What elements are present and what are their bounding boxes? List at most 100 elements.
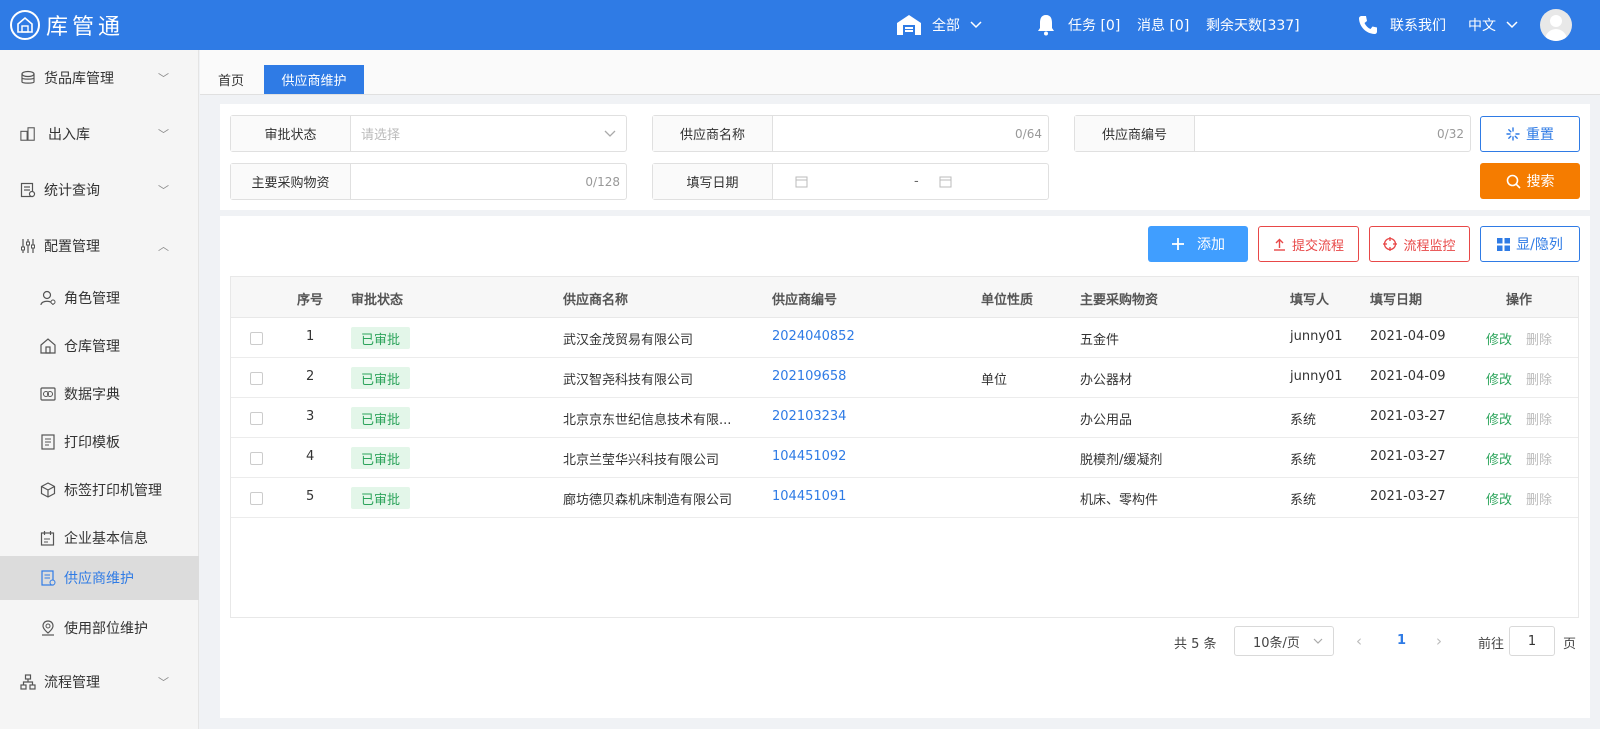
main-material-field[interactable]: 主要采购物资 0/128 bbox=[230, 163, 627, 200]
language-dropdown[interactable]: 中文 bbox=[1468, 0, 1518, 50]
cell-supplier-name: 北京兰莹华兴科技有限公司 bbox=[563, 453, 720, 468]
cell-supplier-code-link[interactable]: 2024040852 bbox=[772, 329, 855, 344]
table-row[interactable]: 2 已审批 武汉智尧科技有限公司 202109658 单位 办公器材 junny… bbox=[231, 358, 1578, 398]
calendar-edit-icon bbox=[40, 530, 56, 546]
delete-link[interactable]: 删除 bbox=[1526, 369, 1552, 388]
add-button[interactable]: 添加 bbox=[1148, 226, 1248, 262]
chevron-down-icon bbox=[1506, 21, 1518, 29]
next-page-button[interactable]: › bbox=[1436, 632, 1442, 650]
supplier-code-field[interactable]: 供应商编号 0/32 bbox=[1074, 115, 1471, 152]
warehouse-logo-icon bbox=[10, 10, 40, 40]
delete-link[interactable]: 删除 bbox=[1526, 329, 1552, 348]
page-size-label: 10条/页 bbox=[1253, 635, 1300, 651]
edit-link[interactable]: 修改 bbox=[1486, 329, 1512, 348]
cell-supplier-name: 廊坊德贝森机床制造有限公司 bbox=[563, 493, 733, 508]
delete-link[interactable]: 删除 bbox=[1526, 489, 1552, 508]
row-checkbox[interactable] bbox=[250, 332, 263, 345]
header-writer: 填写人 bbox=[1290, 293, 1330, 308]
reset-label: 重置 bbox=[1526, 127, 1554, 143]
table-row[interactable]: 4 已审批 北京兰莹华兴科技有限公司 104451092 脱模剂/缓凝剂 系统 … bbox=[231, 438, 1578, 478]
scope-dropdown[interactable]: 全部 bbox=[896, 0, 982, 50]
delete-link[interactable]: 删除 bbox=[1526, 409, 1552, 428]
bell-icon bbox=[1038, 15, 1054, 36]
messages-link[interactable]: 消息 [0] bbox=[1137, 0, 1189, 50]
edit-link[interactable]: 修改 bbox=[1486, 409, 1512, 428]
tab-home[interactable]: 首页 bbox=[214, 65, 248, 94]
sidebar-item-dictionary[interactable]: 数据字典 bbox=[0, 370, 199, 418]
sidebar-item-label-printers[interactable]: 标签打印机管理 bbox=[0, 466, 199, 514]
user-avatar[interactable] bbox=[1540, 9, 1572, 41]
toggle-columns-button[interactable]: 显/隐列 bbox=[1480, 226, 1580, 262]
row-checkbox[interactable] bbox=[250, 412, 263, 425]
row-checkbox[interactable] bbox=[250, 372, 263, 385]
supplier-name-field[interactable]: 供应商名称 0/64 bbox=[652, 115, 1049, 152]
cell-supplier-code-link[interactable]: 202103234 bbox=[772, 409, 846, 424]
chevron-down-icon bbox=[1313, 638, 1323, 644]
fill-date-range[interactable]: 填写日期 - bbox=[652, 163, 1049, 200]
reset-button[interactable]: 重置 bbox=[1480, 116, 1580, 152]
edit-link[interactable]: 修改 bbox=[1486, 449, 1512, 468]
chevron-down-icon: ﹀ bbox=[158, 128, 169, 141]
prev-page-button[interactable]: ‹ bbox=[1356, 632, 1362, 650]
grid-icon bbox=[1497, 237, 1511, 251]
chevron-down-icon bbox=[970, 21, 982, 29]
sidebar-item-usage-locations[interactable]: 使用部位维护 bbox=[0, 604, 199, 652]
sidebar-item-print-templates[interactable]: 打印模板 bbox=[0, 418, 199, 466]
cell-writer: junny01 bbox=[1290, 369, 1343, 384]
chevron-up-icon: ︿ bbox=[158, 240, 169, 253]
crosshair-icon bbox=[1383, 237, 1398, 251]
cell-fill-date: 2021-04-09 bbox=[1370, 369, 1446, 384]
sidebar-item-in-out[interactable]: 出入库 ﹀ bbox=[0, 106, 199, 162]
search-button[interactable]: 搜索 bbox=[1480, 163, 1580, 199]
submit-workflow-button[interactable]: 提交流程 bbox=[1258, 226, 1359, 262]
phone-icon bbox=[1359, 16, 1377, 34]
page-size-select[interactable]: 10条/页 bbox=[1234, 626, 1334, 656]
calendar-icon[interactable] bbox=[939, 175, 952, 188]
edit-link[interactable]: 修改 bbox=[1486, 369, 1512, 388]
sidebar-item-statistics[interactable]: 统计查询 ﹀ bbox=[0, 162, 199, 218]
date-separator: - bbox=[914, 174, 919, 189]
cell-supplier-code-link[interactable]: 104451091 bbox=[772, 489, 846, 504]
table-row[interactable]: 3 已审批 北京京东世纪信息技术有限... 202103234 办公用品 系统 … bbox=[231, 398, 1578, 438]
status-badge: 已审批 bbox=[351, 367, 411, 389]
current-page[interactable]: 1 bbox=[1397, 633, 1406, 648]
contact-us-link[interactable]: 联系我们 bbox=[1358, 0, 1446, 50]
status-badge: 已审批 bbox=[351, 407, 411, 429]
cell-supplier-code-link[interactable]: 202109658 bbox=[772, 369, 846, 384]
calendar-icon[interactable] bbox=[795, 175, 808, 188]
sidebar-item-config[interactable]: 配置管理 ︿ bbox=[0, 218, 199, 274]
sidebar-item-suppliers[interactable]: 供应商维护 bbox=[0, 556, 199, 600]
header-fill-date: 填写日期 bbox=[1370, 293, 1423, 308]
cell-writer: 系统 bbox=[1290, 453, 1317, 468]
header-main-material: 主要采购物资 bbox=[1080, 293, 1159, 308]
header-unit-type: 单位性质 bbox=[981, 293, 1034, 308]
tasks-link[interactable]: 任务 [0] bbox=[1036, 0, 1120, 50]
supplier-name-label: 供应商名称 bbox=[653, 116, 773, 151]
sidebar-item-goods-warehouse[interactable]: 货品库管理 ﹀ bbox=[0, 50, 199, 106]
app-logo[interactable]: 库管通 bbox=[10, 9, 124, 41]
sidebar-item-roles[interactable]: 角色管理 bbox=[0, 274, 199, 322]
table-row[interactable]: 5 已审批 廊坊德贝森机床制造有限公司 104451091 机床、零构件 系统 … bbox=[231, 478, 1578, 518]
sidebar-item-warehouses[interactable]: 仓库管理 bbox=[0, 322, 199, 370]
cell-writer: 系统 bbox=[1290, 413, 1317, 428]
cell-supplier-code-link[interactable]: 104451092 bbox=[772, 449, 846, 464]
delete-link[interactable]: 删除 bbox=[1526, 449, 1552, 468]
edit-link[interactable]: 修改 bbox=[1486, 489, 1512, 508]
tab-supplier-maintenance[interactable]: 供应商维护 bbox=[264, 65, 364, 94]
main-material-label: 主要采购物资 bbox=[231, 164, 351, 199]
cell-main-material: 脱模剂/缓凝剂 bbox=[1080, 453, 1163, 468]
header-supplier-name: 供应商名称 bbox=[563, 293, 629, 308]
sidebar-item-workflow[interactable]: 流程管理 ﹀ bbox=[0, 654, 199, 710]
sidebar-item-company-info[interactable]: 企业基本信息 bbox=[0, 514, 199, 562]
scope-label: 全部 bbox=[932, 18, 960, 34]
row-checkbox[interactable] bbox=[250, 452, 263, 465]
goto-page-input[interactable]: 1 bbox=[1509, 626, 1555, 656]
pagination-total: 共 5 条 bbox=[1174, 637, 1217, 652]
cell-main-material: 办公用品 bbox=[1080, 413, 1133, 428]
table-row[interactable]: 1 已审批 武汉金茂贸易有限公司 2024040852 五金件 junny01 … bbox=[231, 318, 1578, 358]
approval-status-select[interactable]: 审批状态 请选择 bbox=[230, 115, 627, 152]
add-label: 添加 bbox=[1197, 237, 1225, 253]
workflow-monitor-button[interactable]: 流程监控 bbox=[1369, 226, 1470, 262]
supplier-doc-icon bbox=[40, 570, 56, 586]
row-checkbox[interactable] bbox=[250, 492, 263, 505]
